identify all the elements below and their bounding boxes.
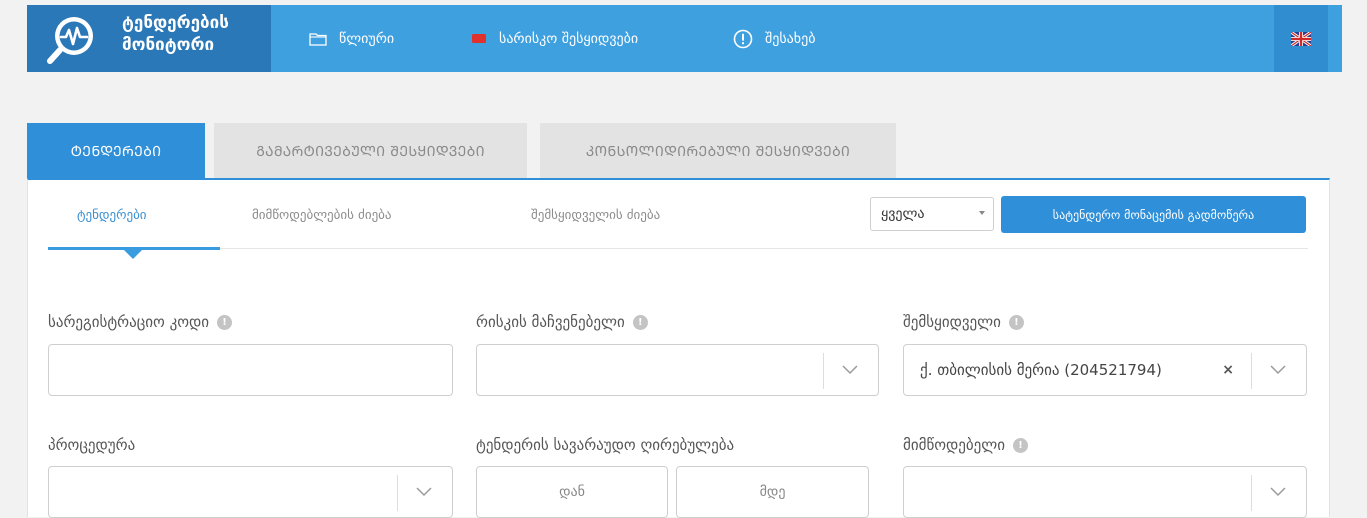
language-switch[interactable] — [1274, 5, 1328, 72]
info-icon[interactable]: ! — [1013, 437, 1028, 453]
status-filter-value: ყველა — [881, 206, 925, 222]
procedure-label-text: პროცედურა — [48, 436, 136, 454]
info-circle-icon — [733, 29, 753, 49]
status-filter-select[interactable]: ყველა — [870, 197, 994, 231]
procedure-dropdown[interactable] — [48, 466, 453, 518]
chevron-down-icon[interactable] — [1269, 364, 1287, 376]
estimated-value-from-text[interactable] — [477, 466, 667, 518]
nav-annual[interactable]: წლიური — [309, 5, 394, 72]
chevron-down-icon[interactable] — [841, 364, 859, 376]
registration-code-text[interactable] — [49, 345, 452, 395]
top-navigation-bar: ტენდერების მონიტორი წლიური სარისკო შესყი… — [27, 5, 1342, 72]
info-icon[interactable]: ! — [217, 314, 233, 330]
purchaser-label-text: შემსყიდველი — [903, 313, 1001, 331]
clear-icon[interactable]: × — [1222, 345, 1234, 395]
nav-annual-label: წლიური — [339, 30, 395, 47]
estimated-value-label: ტენდერის სავარაუდო ღირებულება — [476, 436, 734, 454]
flag-icon — [471, 33, 487, 45]
nav-about[interactable]: შესახებ — [733, 5, 815, 72]
supplier-label: მიმწოდებელი ! — [903, 436, 1028, 454]
supplier-dropdown[interactable] — [903, 466, 1307, 518]
folder-icon — [309, 32, 327, 46]
supplier-label-text: მიმწოდებელი — [903, 436, 1005, 454]
risk-indicator-dropdown[interactable] — [476, 344, 879, 396]
download-tender-data-button[interactable]: სატენდერო მონაცემის გადმოწერა — [1001, 196, 1306, 233]
dropdown-separator — [823, 353, 824, 389]
tab-simplified-purchases[interactable]: ᲒᲐᲛᲐᲠᲢᲘᲕᲔᲑᲣᲚᲘ ᲨᲔᲡᲧᲘᲓᲕᲔᲑᲘ — [214, 123, 527, 179]
info-icon[interactable]: ! — [632, 314, 648, 330]
caret-down-icon — [979, 211, 985, 215]
chevron-down-icon[interactable] — [1269, 486, 1287, 498]
registration-code-label-text: სარეგისტრაციო კოდი — [48, 313, 210, 331]
tab-tenders[interactable]: ᲢᲔᲜᲓᲔᲠᲔᲑᲘ — [27, 123, 205, 179]
logo[interactable]: ტენდერების მონიტორი — [27, 5, 271, 72]
nav-risky-purchases-label: სარისკო შესყიდვები — [499, 30, 639, 47]
dropdown-separator — [1251, 475, 1252, 511]
purchaser-label: შემსყიდველი ! — [903, 313, 1024, 331]
estimated-value-to-text[interactable] — [677, 466, 868, 518]
chevron-down-icon[interactable] — [415, 486, 433, 498]
nav-about-label: შესახებ — [765, 30, 816, 47]
estimated-value-from-input[interactable] — [476, 466, 668, 518]
info-icon[interactable]: ! — [1008, 314, 1024, 330]
purchaser-selected-value: ქ. თბილისის მერია (204521794) — [920, 361, 1162, 379]
dropdown-separator — [397, 475, 398, 511]
subtab-divider — [48, 248, 1308, 249]
registration-code-input[interactable] — [48, 344, 453, 396]
estimated-value-to-input[interactable] — [676, 466, 869, 518]
dropdown-separator — [1251, 353, 1252, 389]
purchaser-dropdown[interactable]: ქ. თბილისის მერია (204521794) × — [903, 344, 1307, 396]
risk-indicator-label-text: რისკის მაჩვენებელი — [476, 313, 625, 331]
magnifier-pulse-icon — [47, 17, 93, 64]
uk-flag-icon — [1291, 31, 1311, 46]
nav-risky-purchases[interactable]: სარისკო შესყიდვები — [471, 5, 638, 72]
risk-indicator-label: რისკის მაჩვენებელი ! — [476, 313, 648, 331]
procedure-label: პროცედურა — [48, 436, 135, 454]
logo-line-2: მონიტორი — [122, 35, 215, 55]
logo-text: ტენდერების მონიტორი — [122, 12, 229, 56]
subtab-supplier-search[interactable]: მიმწოდებლების ძიება — [252, 208, 392, 223]
subtab-tenders[interactable]: ტენდერები — [77, 208, 147, 223]
search-panel: ტენდერები მიმწოდებლების ძიება შემსყიდველ… — [27, 178, 1330, 518]
tab-consolidated-purchases[interactable]: ᲙᲝᲜᲡᲝᲚᲘᲓᲘᲠᲔᲑᲣᲚᲘ ᲨᲔᲡᲧᲘᲓᲕᲔᲑᲘ — [540, 123, 896, 179]
logo-line-1: ტენდერების — [122, 13, 229, 33]
subtab-caret-icon — [124, 250, 142, 259]
registration-code-label: სარეგისტრაციო კოდი ! — [48, 313, 233, 331]
subtab-purchaser-search[interactable]: შემსყიდველის ძიება — [531, 208, 660, 223]
estimated-value-label-text: ტენდერის სავარაუდო ღირებულება — [476, 436, 735, 454]
